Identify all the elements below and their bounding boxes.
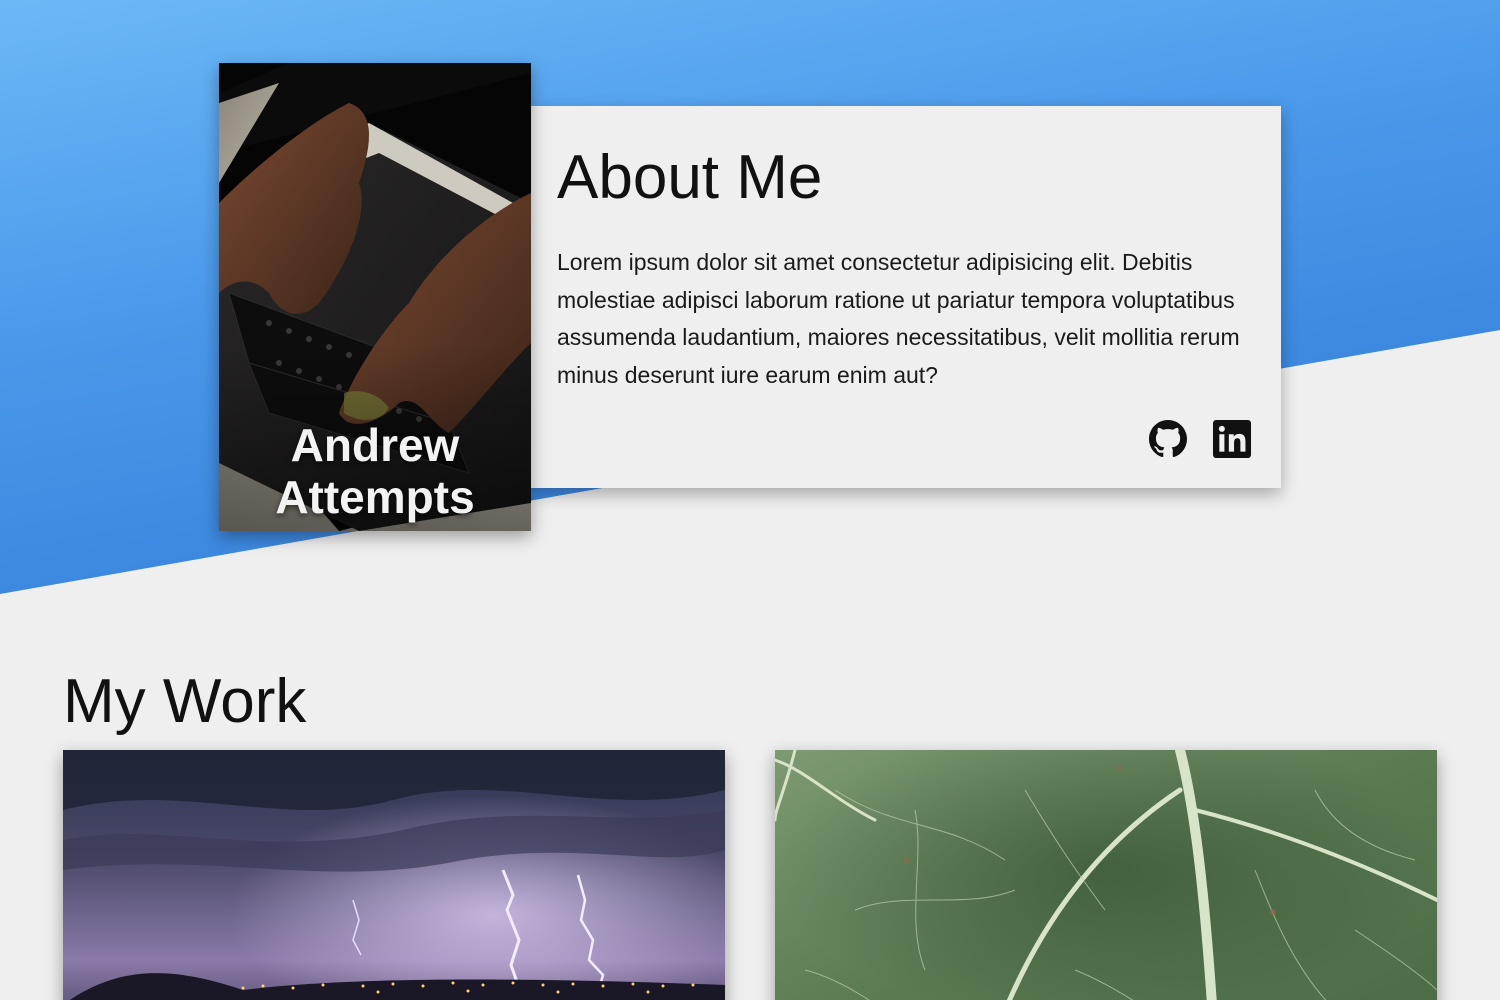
about-title: About Me (557, 143, 823, 212)
linkedin-link[interactable] (1213, 420, 1251, 458)
about-card: About Me Lorem ipsum dolor sit amet cons… (531, 106, 1281, 488)
page: Andrew Attempts About Me Lorem ipsum dol… (0, 0, 1500, 1000)
project-card-storm[interactable] (63, 750, 725, 1000)
profile-card: Andrew Attempts (219, 63, 531, 531)
project-card-leaf[interactable] (775, 750, 1437, 1000)
github-icon (1149, 420, 1187, 458)
about-text: Lorem ipsum dolor sit amet consectetur a… (557, 249, 1240, 388)
lightning-storm-image (63, 750, 725, 1000)
social-links (1149, 420, 1251, 458)
work-title: My Work (63, 667, 307, 736)
profile-name: Andrew Attempts (219, 419, 531, 523)
profile-name-line2: Attempts (275, 471, 475, 523)
green-leaf-image (775, 750, 1437, 1000)
linkedin-icon (1213, 420, 1251, 458)
profile-name-line1: Andrew (290, 419, 460, 471)
github-link[interactable] (1149, 420, 1187, 458)
